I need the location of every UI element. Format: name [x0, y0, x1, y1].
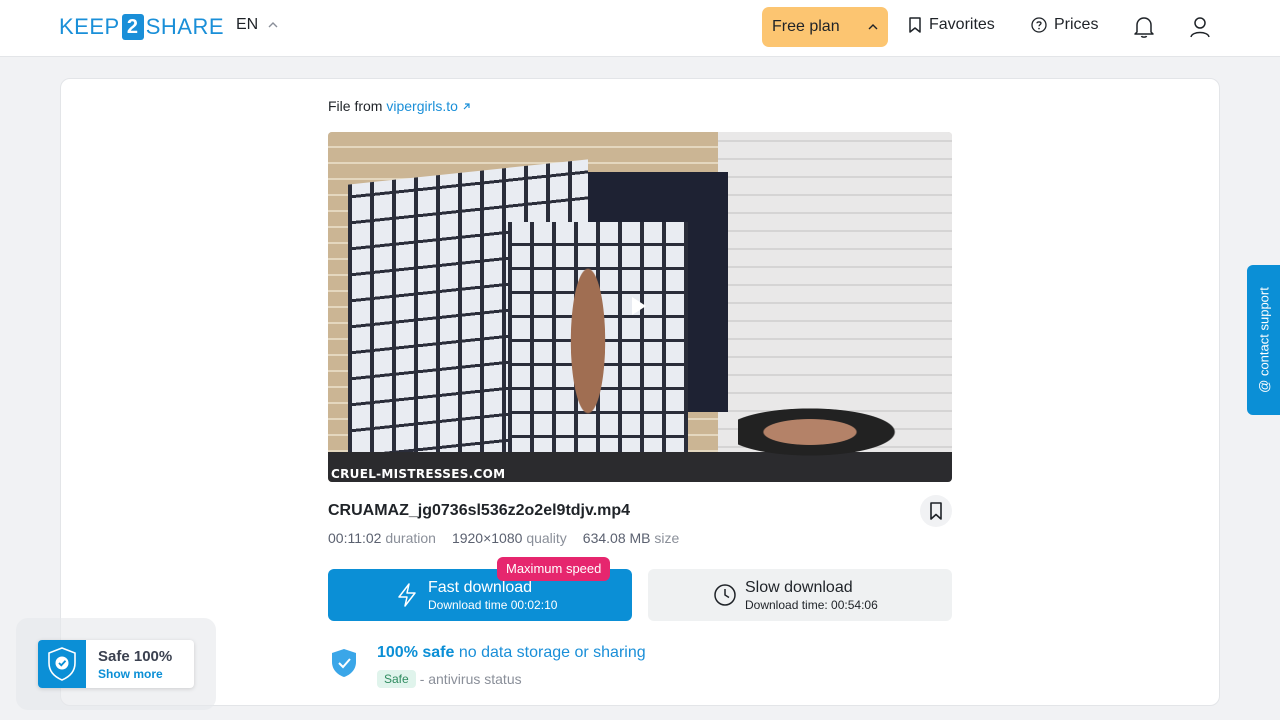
logo-text-left: KEEP	[59, 14, 120, 39]
slow-download-time: Download time: 00:54:06	[745, 598, 878, 612]
bell-icon	[1134, 17, 1154, 38]
contact-support-label: @ contact support	[1256, 287, 1271, 393]
lightning-icon	[398, 583, 416, 607]
prices-link[interactable]: Prices	[1031, 16, 1098, 34]
help-circle-icon	[1031, 17, 1047, 33]
top-header: KEEP 2 SHARE EN Free plan Favorites Pric…	[0, 0, 1280, 57]
fast-download-title: Fast download	[428, 579, 533, 596]
logo[interactable]: KEEP 2 SHARE	[59, 14, 224, 40]
logo-text-right: SHARE	[145, 14, 224, 39]
source-prefix: File from	[328, 98, 383, 114]
antivirus-status: Safe - antivirus status	[377, 670, 522, 688]
slow-download-title: Slow download	[745, 579, 853, 596]
external-link-icon	[463, 103, 470, 110]
show-more-link[interactable]: Show more	[98, 667, 163, 681]
bookmark-icon	[930, 502, 942, 520]
user-icon	[1190, 17, 1210, 38]
video-watermark: CRUEL-MISTRESSES.COM	[331, 467, 506, 481]
plan-label: Free plan	[772, 18, 840, 35]
shield-check-icon	[332, 649, 356, 677]
prices-label: Prices	[1054, 16, 1099, 33]
file-source: File from vipergirls.to	[328, 98, 471, 114]
safe-widget-title: Safe 100%	[98, 648, 173, 665]
account-button[interactable]	[1188, 15, 1212, 39]
maximum-speed-badge: Maximum speed	[497, 557, 611, 581]
file-meta: 00:11:02 duration 1920×1080 quality 634.…	[328, 530, 679, 546]
slow-download-button[interactable]: Slow download Download time: 00:54:06	[648, 569, 952, 621]
source-link[interactable]: vipergirls.to	[386, 98, 470, 114]
notifications-button[interactable]	[1132, 15, 1156, 39]
quality-info: 1920×1080 quality	[451, 530, 567, 546]
size-info: 634.08 MB size	[582, 530, 680, 546]
fast-download-time: Download time 00:02:10	[428, 598, 558, 612]
duration-info: 00:11:02 duration	[328, 530, 436, 546]
play-icon[interactable]	[632, 297, 646, 315]
safe-widget[interactable]: Safe 100% Show more	[38, 640, 194, 688]
language-label: EN	[236, 16, 259, 33]
clock-icon	[714, 584, 736, 606]
favorites-label: Favorites	[929, 16, 995, 33]
free-plan-button[interactable]: Free plan	[762, 7, 888, 47]
safety-headline: 100% safe no data storage or sharing	[377, 644, 646, 661]
safe-badge: Safe	[377, 670, 416, 688]
video-preview[interactable]: CRUEL-MISTRESSES.COM	[328, 132, 952, 482]
language-selector[interactable]: EN	[236, 16, 278, 34]
shield-check-icon	[48, 647, 76, 681]
add-to-favorites-button[interactable]	[920, 495, 952, 527]
favorites-link[interactable]: Favorites	[908, 16, 995, 34]
chevron-up-icon	[868, 24, 878, 30]
chevron-up-icon	[268, 22, 278, 28]
contact-support-tab[interactable]: @ contact support	[1247, 265, 1280, 415]
logo-number: 2	[121, 14, 144, 40]
file-name: CRUAMAZ_jg0736sl536z2o2el9tdjv.mp4	[328, 502, 631, 519]
bookmark-icon	[909, 17, 921, 33]
